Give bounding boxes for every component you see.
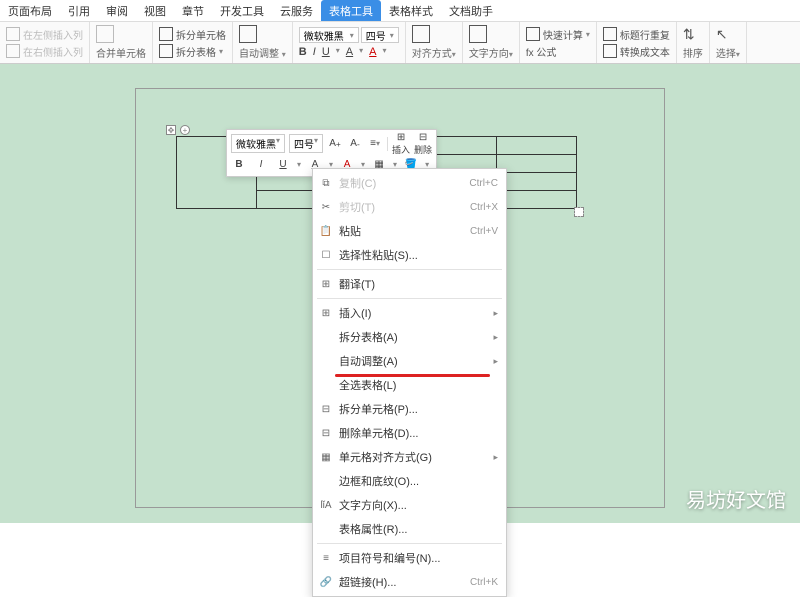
- ctx-表格属性(R)...[interactable]: 表格属性(R)...: [313, 517, 506, 541]
- split-table[interactable]: 拆分表格 ▾: [159, 44, 226, 59]
- ctx-拆分表格(A)[interactable]: 拆分表格(A)▸: [313, 325, 506, 349]
- tab-4[interactable]: 章节: [174, 0, 212, 21]
- line-spacing-btn[interactable]: ≡▾: [367, 136, 383, 152]
- ctx-边框和底纹(O)...[interactable]: 边框和底纹(O)...: [313, 469, 506, 493]
- float-underline[interactable]: U: [275, 156, 291, 172]
- ctx-粘贴[interactable]: 📋粘贴Ctrl+V: [313, 219, 506, 243]
- tab-3[interactable]: 视图: [136, 0, 174, 21]
- formula[interactable]: fx 公式: [526, 44, 590, 59]
- tab-2[interactable]: 审阅: [98, 0, 136, 21]
- table-resize-handle[interactable]: [574, 207, 584, 217]
- title-repeat[interactable]: 标题行重复: [603, 27, 670, 42]
- float-font-select[interactable]: 微软雅黑▾: [231, 134, 285, 153]
- ctx-自动调整(A)[interactable]: 自动调整(A)▸: [313, 349, 506, 373]
- italic-btn[interactable]: I: [313, 46, 316, 58]
- context-menu: ⧉复制(C)Ctrl+C✂剪切(T)Ctrl+X📋粘贴Ctrl+V☐选择性粘贴(…: [312, 168, 507, 597]
- sort-btn[interactable]: ⇅: [683, 26, 703, 43]
- tab-8[interactable]: 表格样式: [381, 0, 441, 21]
- font-color-btn[interactable]: A: [369, 46, 376, 58]
- tab-7[interactable]: 表格工具: [321, 0, 381, 21]
- ctx-文字方向(X)...[interactable]: lǐA文字方向(X)...: [313, 493, 506, 517]
- table-add-handle[interactable]: +: [180, 125, 190, 135]
- highlight-annotation: [335, 374, 490, 377]
- ctx-剪切(T): ✂剪切(T)Ctrl+X: [313, 195, 506, 219]
- watermark: 易坊好文馆: [686, 484, 786, 513]
- insert-col-right[interactable]: 在右侧插入列: [6, 44, 83, 59]
- ctx-超链接(H)...[interactable]: 🔗超链接(H)...Ctrl+K: [313, 570, 506, 594]
- size-select[interactable]: 四号▾: [361, 27, 399, 43]
- table-move-handle[interactable]: ✥: [166, 125, 176, 135]
- ctx-选择性粘贴(S)...[interactable]: ☐选择性粘贴(S)...: [313, 243, 506, 267]
- ctx-单元格对齐方式(G)[interactable]: ▦单元格对齐方式(G)▸: [313, 445, 506, 469]
- underline-btn[interactable]: U: [322, 46, 330, 58]
- auto-fit[interactable]: [239, 25, 286, 43]
- ctx-复制(C): ⧉复制(C)Ctrl+C: [313, 171, 506, 195]
- tab-0[interactable]: 页面布局: [0, 0, 60, 21]
- float-delete-btn[interactable]: ⊟删除: [414, 136, 432, 152]
- insert-col-left[interactable]: 在左侧插入列: [6, 27, 83, 42]
- split-cell[interactable]: 拆分单元格: [159, 27, 226, 42]
- float-insert-btn[interactable]: ⊞插入: [392, 136, 410, 152]
- font-select[interactable]: 微软雅黑▾: [299, 27, 359, 43]
- merge-cells[interactable]: [96, 25, 146, 43]
- shrink-font-btn[interactable]: A-: [347, 136, 363, 152]
- ribbon-tabs: 页面布局引用审阅视图章节开发工具云服务表格工具表格样式文档助手: [0, 0, 800, 22]
- tab-1[interactable]: 引用: [60, 0, 98, 21]
- ctx-插入(I)[interactable]: ⊞插入(I)▸: [313, 301, 506, 325]
- tab-9[interactable]: 文档助手: [441, 0, 501, 21]
- select-btn[interactable]: ↖: [716, 26, 740, 43]
- convert-text[interactable]: 转换成文本: [603, 44, 670, 59]
- ctx-项目符号和编号(N)...[interactable]: ≡项目符号和编号(N)...: [313, 546, 506, 570]
- float-size-select[interactable]: 四号▾: [289, 134, 323, 153]
- text-direction[interactable]: [469, 25, 513, 43]
- ctx-翻译(T)[interactable]: ⊞翻译(T): [313, 272, 506, 296]
- float-italic[interactable]: I: [253, 156, 269, 172]
- tab-5[interactable]: 开发工具: [212, 0, 272, 21]
- align-mode[interactable]: [412, 25, 456, 43]
- float-bold[interactable]: B: [231, 156, 247, 172]
- ctx-删除单元格(D)...[interactable]: ⊟删除单元格(D)...: [313, 421, 506, 445]
- highlight-btn[interactable]: A: [346, 46, 353, 58]
- ribbon-toolbar: 在左侧插入列 在右侧插入列 合并单元格 拆分单元格 拆分表格 ▾ 自动调整 ▾ …: [0, 22, 800, 64]
- ctx-拆分单元格(P)...[interactable]: ⊟拆分单元格(P)...: [313, 397, 506, 421]
- grow-font-btn[interactable]: A+: [327, 136, 343, 152]
- table-cell[interactable]: [497, 137, 577, 155]
- bold-btn[interactable]: B: [299, 46, 307, 58]
- quick-calc[interactable]: 快速计算▾: [526, 27, 590, 42]
- tab-6[interactable]: 云服务: [272, 0, 321, 21]
